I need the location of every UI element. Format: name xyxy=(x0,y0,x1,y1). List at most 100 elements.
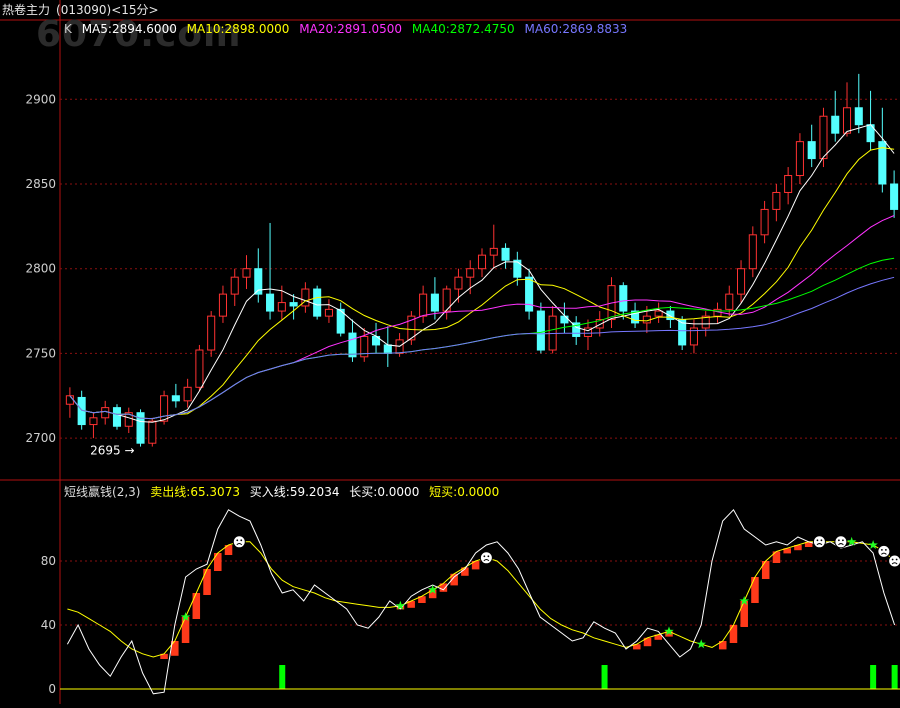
candle-body[interactable] xyxy=(654,310,663,317)
candle-body[interactable] xyxy=(112,407,122,427)
rising-signal-bar xyxy=(181,617,190,643)
rising-signal-bar xyxy=(214,553,222,571)
candle-body[interactable] xyxy=(560,315,569,324)
candle-body[interactable] xyxy=(642,315,651,324)
candle-body[interactable] xyxy=(171,395,180,402)
candle-body[interactable] xyxy=(348,332,357,358)
face-eye xyxy=(884,549,887,551)
candle-body[interactable] xyxy=(383,344,392,354)
sell-face-icon xyxy=(232,535,246,549)
candle-body[interactable] xyxy=(489,247,498,256)
y-tick-label: 2750 xyxy=(25,346,56,360)
y-tick-label: 2800 xyxy=(25,262,56,276)
indicator-y-tick-label: 0 xyxy=(48,682,56,696)
sell-face-icon xyxy=(834,535,848,549)
candle-body[interactable] xyxy=(148,420,157,444)
candle-body[interactable] xyxy=(101,407,110,419)
candle-body[interactable] xyxy=(536,310,545,351)
candle-body[interactable] xyxy=(854,107,863,126)
candle-body[interactable] xyxy=(313,288,322,317)
candle-body[interactable] xyxy=(819,115,828,160)
candle-body[interactable] xyxy=(772,191,781,210)
face-eye xyxy=(895,558,898,561)
indicator-y-tick-label: 40 xyxy=(41,618,56,632)
rising-signal-bar xyxy=(729,625,738,643)
candle-body[interactable] xyxy=(218,293,227,317)
candle-body[interactable] xyxy=(454,276,463,290)
face-eye xyxy=(880,549,883,551)
candle-body[interactable] xyxy=(784,175,793,193)
candle-body[interactable] xyxy=(207,315,216,351)
buy-star-icon xyxy=(868,540,878,549)
instrument-name: 热卷主力 xyxy=(2,3,51,17)
chart-window: 2700 2750 2800 2850 2900 2695 → 0 40 80 6070.com… xyxy=(0,0,900,704)
long-buy-bar xyxy=(870,665,877,689)
candle-body[interactable] xyxy=(807,141,816,160)
long-buy-bar xyxy=(601,665,608,689)
face-eye xyxy=(816,539,819,542)
legend-long-buy: 长买:0.0000 xyxy=(349,485,420,499)
face-eye xyxy=(820,539,823,542)
candle-body[interactable] xyxy=(183,386,192,402)
candle-body[interactable] xyxy=(266,293,275,312)
candle-body[interactable] xyxy=(477,254,487,270)
legend-ma60: MA60:2869.8833 xyxy=(524,22,628,36)
rising-signal-bar xyxy=(761,561,770,579)
candle-body[interactable] xyxy=(795,141,804,177)
indicator-legend: 短线赢钱(2,3) 卖出线:65.3073 买入线:59.2034 长买:0.0… xyxy=(64,483,505,500)
candle-body[interactable] xyxy=(831,115,840,134)
y-tick-label: 2700 xyxy=(25,431,56,445)
indicator-y-tick-label: 80 xyxy=(41,554,56,568)
rising-signal-bar xyxy=(740,601,748,627)
candle-body[interactable] xyxy=(89,417,98,426)
candle-body[interactable] xyxy=(242,268,251,278)
candle-body[interactable] xyxy=(324,308,333,317)
sell-face-icon xyxy=(479,551,493,565)
candle-body[interactable] xyxy=(748,234,757,270)
period-label: <15分> xyxy=(111,3,159,17)
rising-signal-bar xyxy=(192,593,201,619)
candle-body[interactable] xyxy=(525,276,534,312)
candle-body[interactable] xyxy=(160,395,169,422)
legend-ma10: MA10:2898.0000 xyxy=(186,22,290,36)
long-buy-bar xyxy=(279,665,286,689)
candle-body[interactable] xyxy=(760,208,769,236)
legend-sell-line: 卖出线:65.3073 xyxy=(150,485,240,499)
candle-body[interactable] xyxy=(842,107,852,134)
face-eye xyxy=(240,539,243,542)
long-buy-bar xyxy=(891,665,898,689)
candle-body[interactable] xyxy=(725,293,734,310)
face-eye xyxy=(487,555,490,558)
candle-body[interactable] xyxy=(890,183,899,210)
ma10-line xyxy=(69,147,895,420)
candle-body[interactable] xyxy=(501,247,510,261)
candle-body[interactable] xyxy=(65,395,74,405)
candle-body[interactable] xyxy=(230,276,239,295)
sell-face-icon xyxy=(877,544,891,558)
candle-body[interactable] xyxy=(430,293,439,312)
candle-body[interactable] xyxy=(619,285,628,312)
legend-short-buy: 短买:0.0000 xyxy=(429,485,500,499)
ma-legend: K MA5:2894.6000 MA10:2898.0000 MA20:2891… xyxy=(64,22,633,36)
y-tick-label: 2900 xyxy=(25,92,56,106)
candle-body[interactable] xyxy=(289,302,298,307)
sell-face-icon xyxy=(888,554,900,568)
ma40-line xyxy=(69,257,895,420)
legend-buy-line: 买入线:59.2034 xyxy=(249,485,340,499)
sell-face-icon xyxy=(812,535,826,549)
face-eye xyxy=(236,539,239,542)
candle-body[interactable] xyxy=(419,293,428,317)
rising-signal-bar xyxy=(751,577,759,603)
candle-body[interactable] xyxy=(737,268,746,295)
buy-line xyxy=(66,508,896,695)
face-eye xyxy=(842,539,844,542)
candle-body[interactable] xyxy=(195,349,204,388)
face-eye xyxy=(483,555,486,558)
candle-body[interactable] xyxy=(277,302,286,312)
candle-body[interactable] xyxy=(466,268,475,278)
candle-body[interactable] xyxy=(513,259,522,278)
ma20-line xyxy=(69,215,895,420)
chart-canvas[interactable]: 2700 2750 2800 2850 2900 2695 → 0 40 80 xyxy=(0,0,900,704)
rising-signal-bar xyxy=(203,569,211,595)
instrument-title: 热卷主力 (013090)<15分> xyxy=(2,1,165,18)
